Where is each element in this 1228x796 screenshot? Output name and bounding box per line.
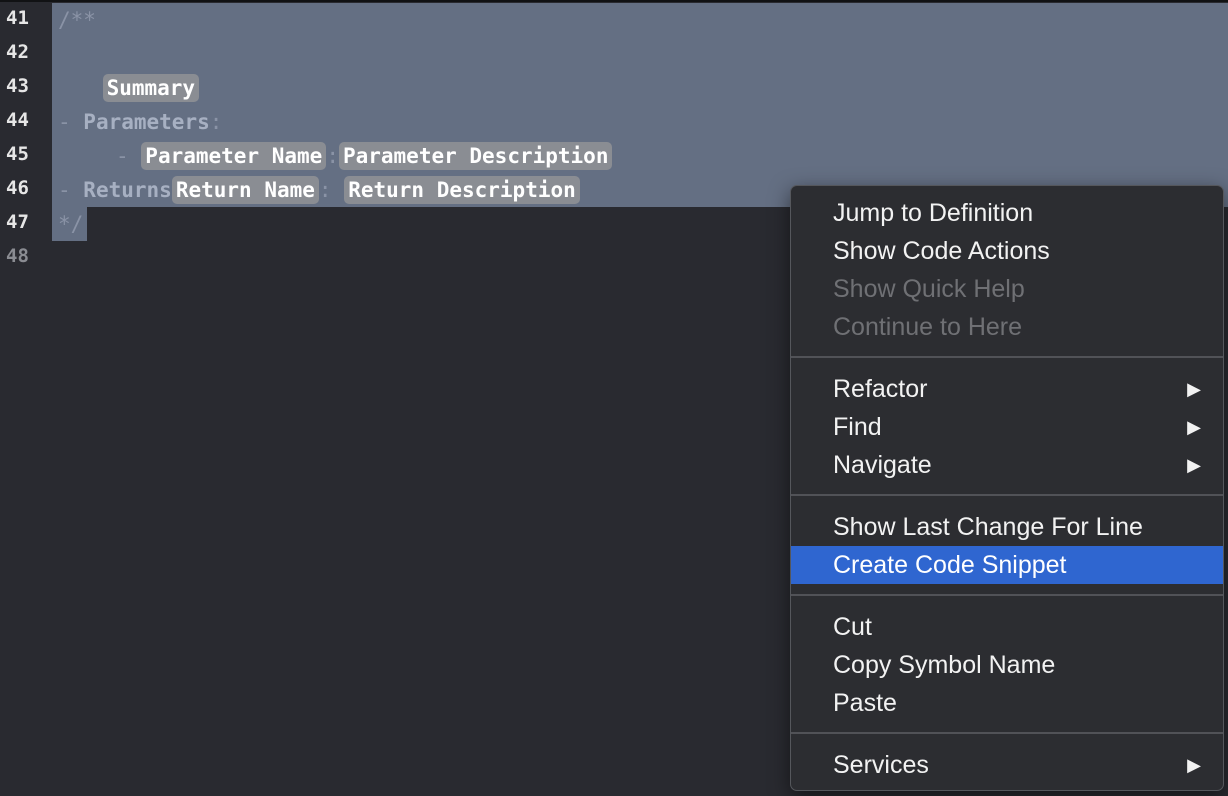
menu-item-cut[interactable]: Cut [791, 608, 1223, 646]
line-number: 45 [6, 143, 29, 165]
line-number: 47 [6, 211, 29, 233]
list-dash: - [58, 110, 84, 134]
line-number: 41 [6, 7, 29, 29]
summary-placeholder[interactable]: Summary [102, 74, 200, 102]
menu-item-label: Find [833, 413, 882, 441]
code-line-45: - Parameter Name: Parameter Description [116, 139, 613, 173]
code-line-44: - Parameters: [58, 105, 222, 139]
menu-separator [791, 732, 1223, 734]
return-name-placeholder[interactable]: Return Name [171, 176, 319, 204]
returns-keyword: Returns [83, 178, 172, 202]
submenu-arrow-icon: ▶ [1187, 755, 1201, 775]
line-number: 42 [6, 41, 29, 63]
menu-item-services[interactable]: Services ▶ [791, 746, 1223, 784]
menu-item-label: Navigate [833, 451, 932, 479]
colon: : [318, 178, 345, 202]
parameter-description-placeholder[interactable]: Parameter Description [338, 142, 613, 170]
menu-separator [791, 494, 1223, 496]
line-number: 44 [6, 109, 29, 131]
context-menu: Jump to Definition Show Code Actions Sho… [790, 185, 1224, 791]
menu-item-find[interactable]: Find ▶ [791, 408, 1223, 446]
return-description-placeholder[interactable]: Return Description [344, 176, 580, 204]
code-line-46: - Returns Return Name: Return Description [58, 173, 580, 207]
menu-item-navigate[interactable]: Navigate ▶ [791, 446, 1223, 484]
code-line-41: /** [58, 8, 96, 32]
submenu-arrow-icon: ▶ [1187, 455, 1201, 475]
parameters-keyword: Parameters [83, 110, 210, 134]
menu-item-refactor[interactable]: Refactor ▶ [791, 370, 1223, 408]
submenu-arrow-icon: ▶ [1187, 417, 1201, 437]
menu-item-continue-to-here: Continue to Here [833, 313, 1023, 341]
menu-item-paste[interactable]: Paste [791, 684, 1223, 722]
menu-item-copy-symbol-name[interactable]: Copy Symbol Name [791, 646, 1223, 684]
line-number: 46 [6, 177, 29, 199]
menu-item-label: Services [833, 751, 929, 779]
line-number: 43 [6, 75, 29, 97]
menu-item-create-code-snippet[interactable]: Create Code Snippet [791, 546, 1223, 584]
list-dash: - [58, 178, 84, 202]
menu-separator [791, 356, 1223, 358]
code-line-42: Summary [52, 37, 200, 102]
menu-item-show-code-actions[interactable]: Show Code Actions [791, 232, 1223, 270]
code-line-47: */ [58, 212, 84, 236]
list-dash: - [116, 144, 142, 168]
menu-separator [791, 594, 1223, 596]
colon: : [209, 110, 223, 134]
menu-item-show-quick-help: Show Quick Help [833, 275, 1025, 303]
menu-item-show-last-change-for-line[interactable]: Show Last Change For Line [791, 508, 1223, 546]
colon: : [326, 144, 339, 168]
parameter-name-placeholder[interactable]: Parameter Name [141, 142, 327, 170]
submenu-arrow-icon: ▶ [1187, 379, 1201, 399]
menu-item-label: Refactor [833, 375, 928, 403]
line-number: 48 [6, 245, 29, 267]
menu-item-jump-to-definition[interactable]: Jump to Definition [791, 194, 1223, 232]
